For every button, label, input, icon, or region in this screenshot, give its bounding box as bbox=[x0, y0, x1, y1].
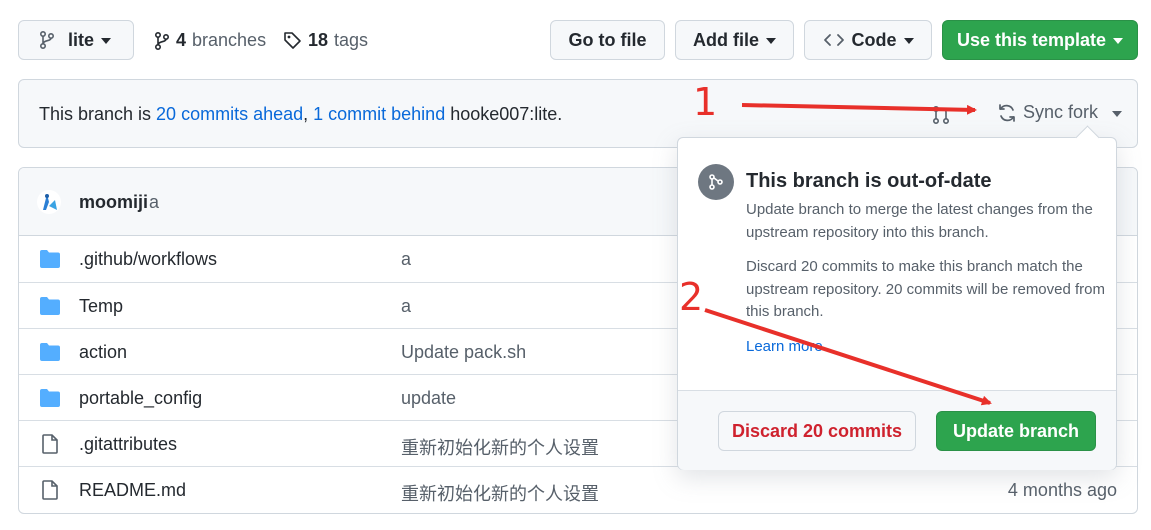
sync-fork-button[interactable]: Sync fork bbox=[997, 102, 1123, 123]
learn-more-link[interactable]: Learn more bbox=[746, 338, 823, 355]
add-file-label: Add file bbox=[693, 29, 759, 50]
folder-icon bbox=[39, 388, 61, 408]
tags-link[interactable]: 18 tags bbox=[283, 30, 368, 51]
folder-icon bbox=[39, 249, 61, 269]
folder-icon bbox=[39, 342, 61, 362]
commits-behind-link[interactable]: 1 commit behind bbox=[313, 104, 445, 124]
file-name-link[interactable]: README.md bbox=[79, 480, 186, 501]
commit-age: 4 months ago bbox=[1007, 480, 1117, 500]
git-branch-circle-icon bbox=[698, 164, 734, 200]
chevron-down-icon bbox=[903, 38, 914, 44]
branch-name: lite bbox=[68, 29, 95, 50]
commits-ahead-link[interactable]: 20 commits ahead bbox=[156, 104, 303, 124]
sync-fork-label: Sync fork bbox=[1023, 102, 1099, 122]
update-branch-button[interactable]: Update branch bbox=[936, 411, 1096, 451]
fork-status-text: This branch is 20 commits ahead, 1 commi… bbox=[39, 104, 562, 125]
popover-discard-text: Discard 20 commits to make this branch m… bbox=[746, 258, 1106, 320]
commit-message-link[interactable]: 重新初始化新的个人设置 bbox=[401, 434, 599, 460]
file-name-link[interactable]: Temp bbox=[79, 296, 123, 317]
add-file-button[interactable]: Add file bbox=[675, 20, 794, 60]
annotation-number-2: 2 bbox=[679, 275, 704, 319]
commit-author[interactable]: moomiji bbox=[79, 192, 148, 213]
chevron-down-icon bbox=[766, 38, 776, 44]
go-to-file-button[interactable]: Go to file bbox=[550, 20, 665, 60]
discard-commits-button[interactable]: Discard 20 commits bbox=[718, 411, 916, 451]
code-label: Code bbox=[851, 29, 897, 50]
file-icon bbox=[39, 480, 61, 500]
branch-icon bbox=[40, 31, 55, 49]
branches-count: 4 bbox=[176, 30, 187, 50]
sync-fork-popover: This branch is out-of-date Update branch… bbox=[677, 137, 1117, 470]
commit-message[interactable]: a bbox=[149, 192, 159, 213]
contribute-icon[interactable] bbox=[932, 104, 966, 126]
popover-title: This branch is out-of-date bbox=[746, 170, 992, 192]
file-name-link[interactable]: action bbox=[79, 342, 127, 363]
chevron-down-icon bbox=[1113, 38, 1124, 44]
branch-icon bbox=[155, 31, 170, 50]
popover-update-text: Update branch to merge the latest change… bbox=[746, 201, 1093, 241]
use-template-button[interactable]: Use this template bbox=[942, 20, 1138, 60]
commit-message-link[interactable]: update bbox=[401, 388, 456, 409]
annotation-number-1: 1 bbox=[693, 80, 718, 124]
tags-label: tags bbox=[334, 30, 369, 50]
code-button[interactable]: Code bbox=[804, 20, 932, 60]
go-to-file-label: Go to file bbox=[568, 29, 647, 50]
commit-message-link[interactable]: Update pack.sh bbox=[401, 342, 526, 363]
file-name-link[interactable]: .github/workflows bbox=[79, 249, 217, 270]
discard-commits-label: Discard 20 commits bbox=[731, 420, 903, 441]
file-name-link[interactable]: portable_config bbox=[79, 388, 202, 409]
tag-icon bbox=[284, 32, 301, 49]
tags-count: 18 bbox=[308, 30, 329, 50]
commit-message-link[interactable]: a bbox=[401, 296, 411, 317]
commit-message-link[interactable]: 重新初始化新的个人设置 bbox=[401, 480, 599, 506]
file-icon bbox=[39, 434, 61, 454]
branches-link[interactable]: 4 branches bbox=[154, 30, 266, 51]
commit-message-link[interactable]: a bbox=[401, 249, 411, 270]
folder-icon bbox=[39, 296, 61, 316]
chevron-down-icon bbox=[1112, 110, 1123, 117]
banner-separator: , bbox=[303, 104, 314, 124]
table-row[interactable]: README.md 重新初始化新的个人设置 4 months ago bbox=[19, 466, 1137, 512]
update-branch-label: Update branch bbox=[952, 420, 1080, 441]
avatar[interactable] bbox=[37, 190, 61, 214]
banner-prefix: This branch is bbox=[39, 104, 157, 124]
code-icon bbox=[823, 34, 844, 46]
popover-footer: Discard 20 commits Update branch bbox=[678, 390, 1116, 470]
use-template-label: Use this template bbox=[956, 29, 1107, 50]
file-name-link[interactable]: .gitattributes bbox=[79, 434, 177, 455]
chevron-down-icon bbox=[101, 38, 112, 44]
branches-label: branches bbox=[192, 30, 267, 50]
upstream-ref: hooke007:lite. bbox=[445, 104, 563, 124]
branch-select-button[interactable]: lite bbox=[18, 20, 134, 60]
sync-icon bbox=[999, 103, 1015, 122]
